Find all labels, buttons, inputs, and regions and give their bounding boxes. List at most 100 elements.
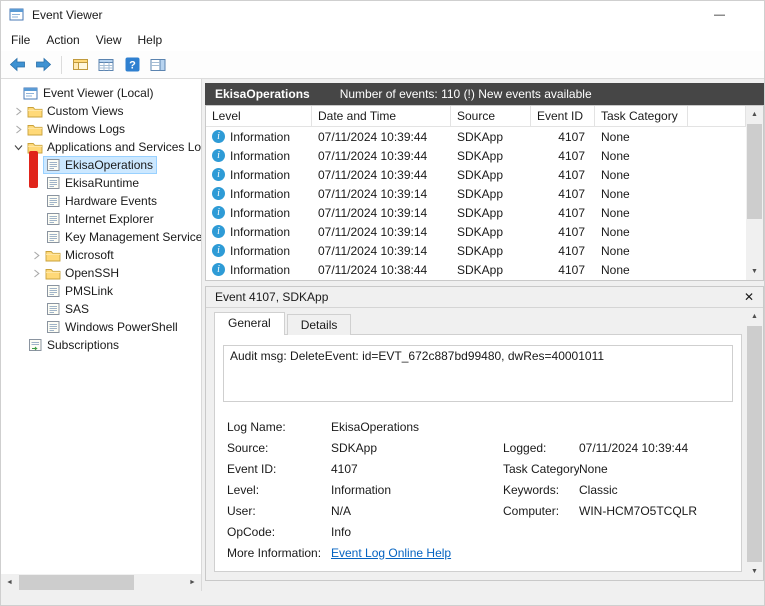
scroll-down-icon[interactable]: ▼ bbox=[746, 563, 763, 580]
collapsed-chevron-icon[interactable] bbox=[29, 269, 43, 278]
tree-item-key-management-service[interactable]: Key Management Service bbox=[1, 228, 201, 246]
scroll-up-icon[interactable]: ▲ bbox=[746, 106, 763, 123]
tree-item-content: SAS bbox=[43, 300, 93, 318]
tree-item-content: Subscriptions bbox=[25, 336, 123, 354]
tree-item-subscriptions[interactable]: Subscriptions bbox=[1, 336, 201, 354]
scrollbar-thumb[interactable] bbox=[747, 124, 762, 219]
caption-buttons: — bbox=[697, 1, 742, 29]
menu-help[interactable]: Help bbox=[130, 30, 171, 50]
properties-icon[interactable] bbox=[94, 53, 118, 77]
event-row[interactable]: iInformation07/11/2024 10:39:14SDKApp410… bbox=[206, 184, 746, 203]
help-icon[interactable]: ? bbox=[120, 53, 144, 77]
event-fields: Log Name:EkisaOperationsSource:SDKAppLog… bbox=[215, 414, 741, 565]
field-value: EkisaOperations bbox=[331, 420, 503, 434]
scroll-up-icon[interactable]: ▲ bbox=[746, 308, 763, 325]
details-header: Event 4107, SDKApp ✕ bbox=[206, 287, 763, 308]
tab-details[interactable]: Details bbox=[287, 314, 352, 335]
tree-item-windows-logs[interactable]: Windows Logs bbox=[1, 120, 201, 138]
tree-item-microsoft[interactable]: Microsoft bbox=[1, 246, 201, 264]
event-id-cell: 4107 bbox=[531, 222, 595, 241]
tree-item-content: EkisaOperations bbox=[43, 156, 157, 174]
event-id-cell: 4107 bbox=[531, 184, 595, 203]
events-log-name: EkisaOperations bbox=[215, 87, 310, 101]
event-viewer-window: Event Viewer — FileActionViewHelp ? Even… bbox=[0, 0, 765, 606]
action-pane-icon[interactable] bbox=[146, 53, 170, 77]
back-icon[interactable] bbox=[5, 53, 29, 77]
details-tabs: GeneralDetails bbox=[214, 308, 742, 334]
tree-item-label: PMSLink bbox=[65, 284, 113, 298]
log-icon bbox=[45, 284, 61, 298]
menu-file[interactable]: File bbox=[3, 30, 38, 50]
tree-item-event-viewer-local[interactable]: Event Viewer (Local) bbox=[1, 84, 201, 102]
folder-icon bbox=[27, 105, 43, 118]
tree-item-content: Applications and Services Lo bbox=[25, 138, 202, 156]
event-log-online-help-link[interactable]: Event Log Online Help bbox=[331, 546, 503, 560]
scrollbar-thumb[interactable] bbox=[19, 575, 134, 590]
column-header-task-category[interactable]: Task Category bbox=[595, 106, 688, 127]
column-header-source[interactable]: Source bbox=[451, 106, 531, 127]
event-filler-cell bbox=[688, 260, 746, 279]
event-level-text: Information bbox=[230, 187, 290, 201]
menu-action[interactable]: Action bbox=[38, 30, 87, 50]
information-icon: i bbox=[212, 149, 225, 162]
tree-item-label: Microsoft bbox=[65, 248, 114, 262]
tree-horizontal-scrollbar[interactable]: ◄ ► bbox=[1, 574, 201, 591]
close-icon[interactable]: ✕ bbox=[744, 290, 754, 304]
table-body: iInformation07/11/2024 10:39:44SDKApp410… bbox=[206, 127, 746, 279]
events-vertical-scrollbar[interactable]: ▲ ▼ bbox=[746, 106, 763, 280]
minimize-button[interactable]: — bbox=[697, 1, 742, 29]
field-label: Logged: bbox=[503, 441, 579, 455]
event-row[interactable]: iInformation07/11/2024 10:38:44SDKApp410… bbox=[206, 260, 746, 279]
collapsed-chevron-icon[interactable] bbox=[11, 125, 25, 134]
scroll-right-icon[interactable]: ► bbox=[184, 574, 201, 591]
menu-view[interactable]: View bbox=[88, 30, 130, 50]
detail-field-row: Log Name:EkisaOperations bbox=[227, 416, 729, 437]
field-label: Task Category: bbox=[503, 462, 579, 476]
scrollbar-track[interactable] bbox=[746, 325, 763, 563]
event-id-cell: 4107 bbox=[531, 146, 595, 165]
tree-item-windows-powershell[interactable]: Windows PowerShell bbox=[1, 318, 201, 336]
event-filler-cell bbox=[688, 203, 746, 222]
event-id-cell: 4107 bbox=[531, 260, 595, 279]
tree-item-label: Key Management Service bbox=[65, 230, 202, 244]
scroll-left-icon[interactable]: ◄ bbox=[1, 574, 18, 591]
event-id-cell: 4107 bbox=[531, 241, 595, 260]
column-header-level[interactable]: Level bbox=[206, 106, 312, 127]
event-row[interactable]: iInformation07/11/2024 10:39:14SDKApp410… bbox=[206, 203, 746, 222]
scrollbar-track[interactable] bbox=[746, 123, 763, 263]
expanded-chevron-icon[interactable] bbox=[11, 143, 25, 152]
event-row[interactable]: iInformation07/11/2024 10:39:44SDKApp410… bbox=[206, 165, 746, 184]
detail-field-row: More Information:Event Log Online Help bbox=[227, 542, 729, 563]
field-value: 07/11/2024 10:39:44 bbox=[579, 441, 729, 455]
event-level-cell: iInformation bbox=[206, 222, 312, 241]
scrollbar-thumb[interactable] bbox=[747, 326, 762, 562]
console-tree-icon[interactable] bbox=[68, 53, 92, 77]
event-row[interactable]: iInformation07/11/2024 10:39:14SDKApp410… bbox=[206, 241, 746, 260]
event-row[interactable]: iInformation07/11/2024 10:39:14SDKApp410… bbox=[206, 222, 746, 241]
tree-item-content: Microsoft bbox=[43, 246, 118, 264]
event-row[interactable]: iInformation07/11/2024 10:39:44SDKApp410… bbox=[206, 127, 746, 146]
tree-item-internet-explorer[interactable]: Internet Explorer bbox=[1, 210, 201, 228]
tree-item-openssh[interactable]: OpenSSH bbox=[1, 264, 201, 282]
log-icon bbox=[45, 302, 61, 316]
tree-item-sas[interactable]: SAS bbox=[1, 300, 201, 318]
field-label: OpCode: bbox=[227, 525, 331, 539]
field-value: SDKApp bbox=[331, 441, 503, 455]
tree-item-pmslink[interactable]: PMSLink bbox=[1, 282, 201, 300]
tree-item-custom-views[interactable]: Custom Views bbox=[1, 102, 201, 120]
event-datetime-cell: 07/11/2024 10:39:44 bbox=[312, 127, 451, 146]
column-header-date-and-time[interactable]: Date and Time bbox=[312, 106, 451, 127]
scroll-down-icon[interactable]: ▼ bbox=[746, 263, 763, 280]
tree-item-hardware-events[interactable]: Hardware Events bbox=[1, 192, 201, 210]
tree-item-label: Subscriptions bbox=[47, 338, 119, 352]
collapsed-chevron-icon[interactable] bbox=[11, 107, 25, 116]
tree-item-content: OpenSSH bbox=[43, 264, 123, 282]
column-header-event-id[interactable]: Event ID bbox=[531, 106, 595, 127]
tree-item-label: Applications and Services Lo bbox=[47, 140, 201, 154]
tab-general[interactable]: General bbox=[214, 312, 285, 335]
collapsed-chevron-icon[interactable] bbox=[29, 251, 43, 260]
forward-icon[interactable] bbox=[31, 53, 55, 77]
event-level-text: Information bbox=[230, 130, 290, 144]
event-row[interactable]: iInformation07/11/2024 10:39:44SDKApp410… bbox=[206, 146, 746, 165]
details-vertical-scrollbar[interactable]: ▲ ▼ bbox=[746, 308, 763, 580]
